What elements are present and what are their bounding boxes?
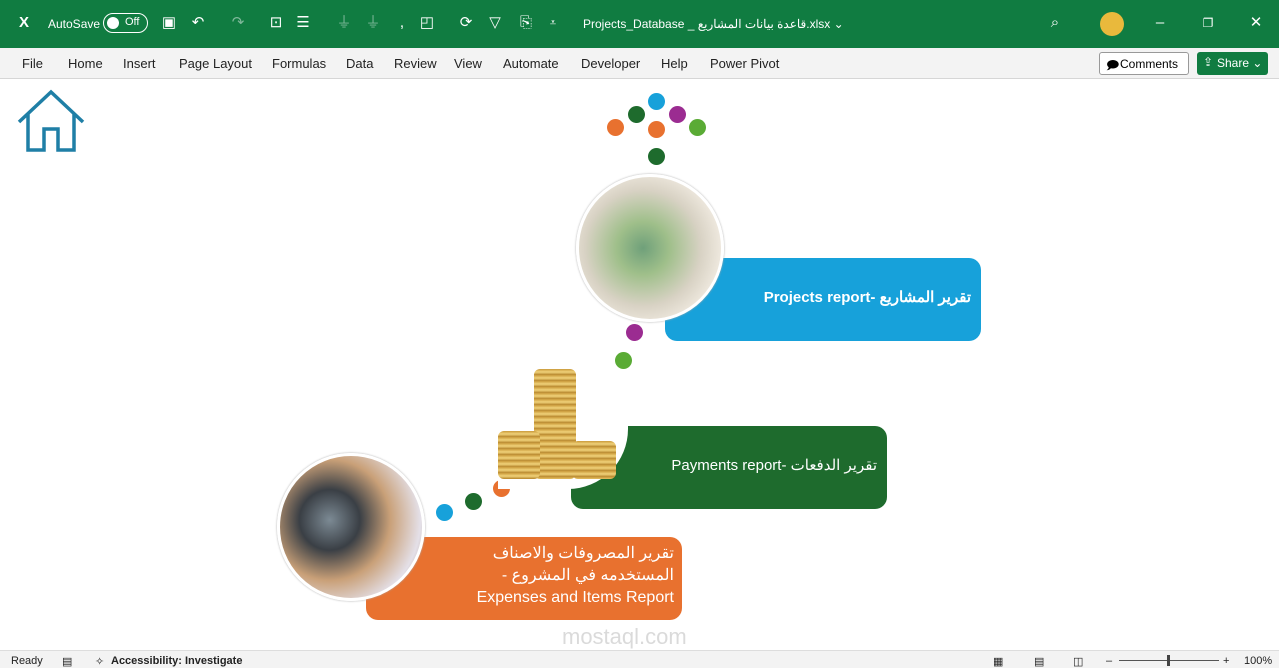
tab-help[interactable]: Help — [661, 56, 688, 71]
accessibility-icon[interactable]: ✧ — [95, 655, 104, 668]
title-bar: X AutoSave Off ▣ ↶ ↷ ⊡ ☰ ⏚ ⏚ , ◰ ⟳ ▽ ⎘ ⩡… — [0, 0, 1279, 48]
autosave-label: AutoSave — [48, 17, 101, 31]
decor-dot — [648, 121, 665, 138]
tab-insert[interactable]: Insert — [123, 56, 156, 71]
home-icon[interactable] — [16, 89, 86, 153]
customize-qat-icon[interactable]: ⩡ — [544, 14, 562, 32]
zoom-level[interactable]: 100% — [1244, 655, 1272, 667]
macro-icon[interactable]: ▤ — [62, 655, 72, 668]
coins-photo — [498, 369, 628, 489]
search-icon[interactable]: ⌕ — [1046, 14, 1064, 32]
status-ready: Ready — [11, 655, 43, 667]
watermark: mostaql.com — [562, 624, 687, 649]
expenses-photo — [277, 453, 425, 601]
tab-view[interactable]: View — [454, 56, 482, 71]
comma-style-icon[interactable]: , — [393, 14, 411, 32]
comments-button[interactable]: 🗩 Comments — [1099, 52, 1189, 75]
worksheet: تقرير المشاريع -Projects report تقرير ال… — [0, 79, 1279, 650]
decor-dot — [689, 119, 706, 136]
zoom-in-button[interactable]: + — [1223, 655, 1229, 667]
normal-view-icon[interactable]: ▦ — [993, 655, 1003, 668]
tab-formulas[interactable]: Formulas — [272, 56, 326, 71]
restore-icon[interactable]: ❐ — [1199, 14, 1217, 32]
undo-icon[interactable]: ↶ — [189, 14, 207, 32]
wrap-icon[interactable]: ⊡ — [267, 14, 285, 32]
tab-file[interactable]: File — [22, 56, 43, 71]
excel-logo-icon: X — [18, 14, 29, 31]
comments-label: Comments — [1120, 57, 1179, 71]
tab-developer[interactable]: Developer — [581, 56, 640, 71]
tab-power-pivot[interactable]: Power Pivot — [710, 56, 779, 71]
decor-dot — [615, 352, 632, 369]
share-icon: ⇪ — [1203, 55, 1214, 69]
page-break-view-icon[interactable]: ◫ — [1073, 655, 1083, 668]
tab-page-layout[interactable]: Page Layout — [179, 56, 252, 71]
minimize-icon[interactable]: – — [1151, 14, 1169, 32]
shapes-icon[interactable]: ◰ — [418, 14, 436, 32]
tab-data[interactable]: Data — [346, 56, 373, 71]
decor-dot — [669, 106, 686, 123]
projects-photo — [576, 174, 724, 322]
filter-icon[interactable]: ▽ — [486, 14, 504, 32]
accessibility-status[interactable]: Accessibility: Investigate — [111, 655, 242, 667]
autosave-state: Off — [125, 16, 140, 28]
tab-home[interactable]: Home — [68, 56, 103, 71]
refresh-icon[interactable]: ⟳ — [457, 14, 475, 32]
decor-dot — [648, 93, 665, 110]
tab-automate[interactable]: Automate — [503, 56, 559, 71]
decor-dot — [607, 119, 624, 136]
comment-icon: 🗩 — [1106, 58, 1120, 72]
redo-icon[interactable]: ↷ — [229, 14, 247, 32]
status-bar: Ready ▤ ✧ Accessibility: Investigate ▦ ▤… — [0, 650, 1279, 668]
paste-icon[interactable]: ⎘ — [517, 14, 535, 32]
payments-report-label: تقرير الدفعات -Payments report — [671, 457, 877, 474]
zoom-out-button[interactable]: – — [1106, 655, 1112, 667]
projects-report-label: تقرير المشاريع -Projects report — [763, 289, 971, 306]
zoom-slider[interactable] — [1119, 655, 1219, 666]
autosave-toggle[interactable]: Off — [103, 13, 148, 33]
decor-dot — [436, 504, 453, 521]
decor-dot — [628, 106, 645, 123]
share-label: Share — [1217, 56, 1250, 70]
filter-clear-icon[interactable]: ⏚ — [364, 14, 382, 32]
page-layout-view-icon[interactable]: ▤ — [1034, 655, 1044, 668]
decor-dot — [465, 493, 482, 510]
tab-review[interactable]: Review — [394, 56, 437, 71]
share-button[interactable]: ⇪ Share ⌄ — [1197, 52, 1268, 75]
expenses-label-en: Expenses and Items Report — [476, 589, 674, 606]
avatar[interactable] — [1100, 12, 1124, 36]
close-icon[interactable]: ✕ — [1247, 14, 1265, 32]
ribbon-tabs: File Home Insert Page Layout Formulas Da… — [0, 48, 1279, 79]
filter-reapply-icon[interactable]: ⏚ — [335, 14, 353, 32]
decor-dot — [648, 148, 665, 165]
file-name[interactable]: Projects_Database _ قاعدة بيانات المشاري… — [583, 14, 844, 34]
align-icon[interactable]: ☰ — [294, 14, 312, 32]
decor-dot — [626, 324, 643, 341]
save-icon[interactable]: ▣ — [160, 14, 178, 32]
